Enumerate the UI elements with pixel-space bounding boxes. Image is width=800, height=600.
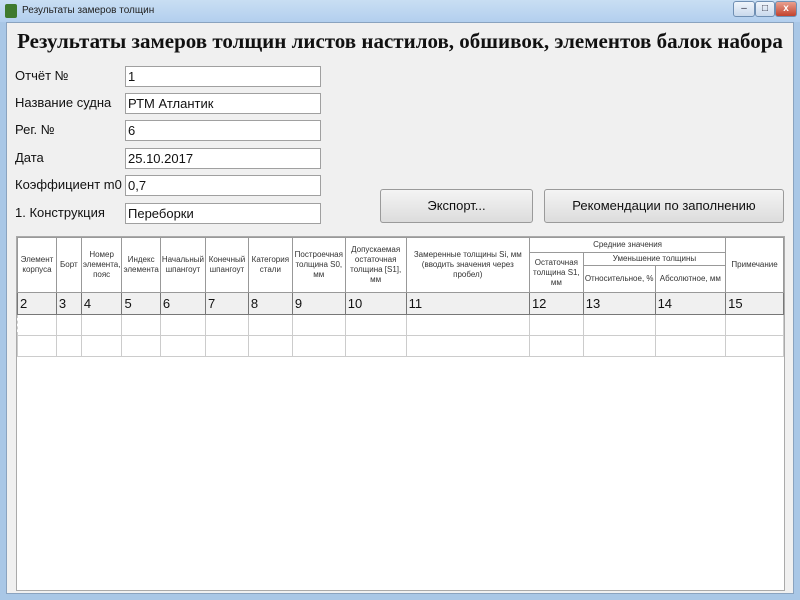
table-cell[interactable]	[204, 314, 249, 336]
header-steel-category: Категория стали	[247, 237, 293, 293]
header-absolute: Абсолютное, мм	[654, 265, 727, 293]
table-cell[interactable]	[528, 314, 584, 336]
table-cell[interactable]	[291, 335, 346, 357]
table-cell[interactable]	[80, 314, 123, 336]
table-cell[interactable]	[582, 335, 656, 357]
maximize-button[interactable]: □	[755, 1, 775, 17]
header-thickness-reduction: Уменьшение толщины	[582, 252, 727, 266]
report-number-label: Отчёт №	[15, 68, 69, 83]
column-number: 11	[405, 292, 530, 315]
table-cell[interactable]	[17, 314, 57, 336]
recommendations-button[interactable]: Рекомендации по заполнению	[544, 189, 784, 223]
construction-field[interactable]: Переборки	[125, 203, 321, 224]
table-cell[interactable]	[405, 335, 530, 357]
header-end-frame: Конечный шпангоут	[204, 237, 249, 293]
column-number: 7	[204, 292, 249, 315]
column-number: 10	[344, 292, 407, 315]
column-number: 9	[291, 292, 346, 315]
coefficient-field[interactable]: 0,7	[125, 175, 321, 196]
ship-name-label: Название судна	[15, 95, 112, 110]
column-number: 13	[582, 292, 656, 315]
minimize-button[interactable]: –	[733, 1, 755, 17]
date-field[interactable]: 25.10.2017	[125, 148, 321, 169]
construction-label: 1. Конструкция	[15, 205, 105, 220]
column-number: 5	[121, 292, 161, 315]
report-number-field[interactable]: 1	[125, 66, 321, 87]
table-cell[interactable]	[80, 335, 123, 357]
header-relative: Относительное, %	[582, 265, 656, 293]
measurements-grid: Элемент корпуса Борт Номер элемента, поя…	[16, 236, 785, 591]
header-element-number: Номер элемента, пояс	[80, 237, 123, 293]
table-cell[interactable]	[55, 314, 82, 336]
table-row	[17, 314, 784, 336]
table-cell[interactable]	[291, 314, 346, 336]
table-cell[interactable]	[55, 335, 82, 357]
header-build-thickness: Построечная толщина S0, мм	[291, 237, 346, 293]
table-cell[interactable]	[159, 335, 206, 357]
table-cell[interactable]	[247, 335, 293, 357]
table-cell[interactable]	[654, 314, 727, 336]
column-number: 15	[725, 292, 784, 315]
table-cell[interactable]	[528, 335, 584, 357]
date-label: Дата	[15, 150, 44, 165]
table-cell[interactable]	[405, 314, 530, 336]
title-bar: Результаты замеров толщин – □ x	[0, 0, 800, 22]
table-cell[interactable]	[121, 314, 161, 336]
ship-name-field[interactable]: РТМ Атлантик	[125, 93, 321, 114]
column-number: 6	[159, 292, 206, 315]
table-row	[17, 335, 784, 357]
header-allowed-thickness: Допускаемая остаточная толщина [S1], мм	[344, 237, 407, 293]
column-number: 3	[55, 292, 82, 315]
header-note: Примечание	[725, 237, 784, 293]
column-number: 8	[247, 292, 293, 315]
table-cell[interactable]	[121, 335, 161, 357]
coefficient-label: Коэффициент m0	[15, 177, 122, 192]
table-cell[interactable]	[344, 314, 407, 336]
client-area: Результаты замеров толщин листов настило…	[6, 22, 794, 594]
table-cell[interactable]	[725, 314, 784, 336]
table-cell[interactable]	[654, 335, 727, 357]
window-title: Результаты замеров толщин	[22, 5, 155, 16]
table-cell[interactable]	[725, 335, 784, 357]
header-measured-thickness: Замеренные толщины Si, мм (вводить значе…	[405, 237, 530, 293]
header-average-values: Средние значения	[528, 237, 727, 253]
reg-number-field[interactable]: 6	[125, 120, 321, 141]
export-button[interactable]: Экспорт...	[380, 189, 533, 223]
header-hull-element: Элемент корпуса	[17, 237, 57, 293]
column-number: 12	[528, 292, 584, 315]
header-start-frame: Начальный шпангоут	[159, 237, 206, 293]
header-side: Борт	[55, 237, 82, 293]
table-cell[interactable]	[17, 335, 57, 357]
header-element-index: Индекс элемента	[121, 237, 161, 293]
column-number: 2	[17, 292, 57, 315]
table-cell[interactable]	[344, 335, 407, 357]
reg-number-label: Рег. №	[15, 122, 55, 137]
header-residual-thickness: Остаточная толщина S1, мм	[528, 252, 584, 293]
column-number: 4	[80, 292, 123, 315]
table-cell[interactable]	[159, 314, 206, 336]
table-cell[interactable]	[247, 314, 293, 336]
column-number: 14	[654, 292, 727, 315]
table-cell[interactable]	[204, 335, 249, 357]
app-icon	[5, 4, 17, 18]
page-title: Результаты замеров толщин листов настило…	[17, 29, 783, 53]
close-button[interactable]: x	[775, 1, 797, 17]
table-cell[interactable]	[582, 314, 656, 336]
